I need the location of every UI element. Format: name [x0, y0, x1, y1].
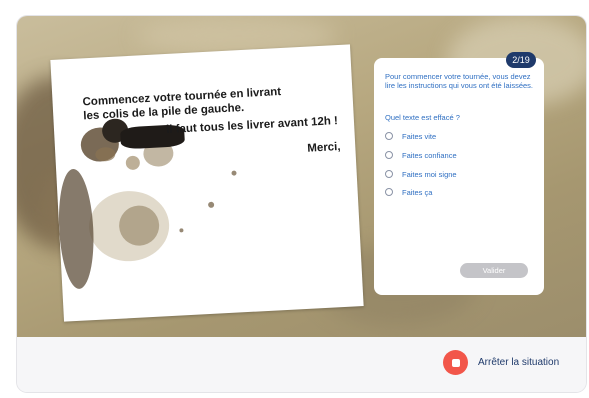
option-faites-vite[interactable]: Faites vite [385, 130, 436, 142]
note-signoff: Merci, [307, 140, 341, 155]
stop-icon[interactable] [443, 350, 468, 375]
radio-button[interactable] [385, 151, 393, 159]
stop-situation-label: Arrêter la situation [478, 357, 560, 368]
radio-button[interactable] [385, 170, 393, 178]
option-label: Faites vite [402, 131, 437, 141]
radio-button[interactable] [385, 188, 393, 196]
question-panel: 2/19 Pour commencer votre tournée, vous … [374, 52, 544, 295]
option-faites-ca[interactable]: Faites ça [385, 186, 432, 198]
footer-bar: Arrêter la situation [17, 337, 586, 392]
instructions-text: Pour commencer votre tournée, vous devez… [385, 72, 533, 90]
option-label: Faites confiance [402, 150, 457, 160]
radio-button[interactable] [385, 132, 393, 140]
note-line-3: il faut tous les livrer avant 12h ! [165, 115, 339, 137]
option-label: Faites moi signe [402, 169, 457, 179]
stop-situation-button[interactable]: Arrêter la situation [443, 350, 559, 375]
option-faites-moi-signe[interactable]: Faites moi signe [385, 168, 457, 180]
handwritten-note: Commencez votre tournée en livrant les c… [50, 44, 364, 322]
validate-button[interactable]: Valider [460, 263, 528, 278]
question-text: Quel texte est effacé ? [385, 113, 460, 122]
option-faites-confiance[interactable]: Faites confiance [385, 149, 457, 161]
page-indicator: 2/19 [506, 52, 536, 68]
option-label: Faites ça [402, 187, 433, 197]
exercise-window: Commencez votre tournée en livrant les c… [17, 16, 586, 392]
stop-square-glyph [451, 358, 460, 367]
scene-background: Commencez votre tournée en livrant les c… [17, 16, 586, 337]
